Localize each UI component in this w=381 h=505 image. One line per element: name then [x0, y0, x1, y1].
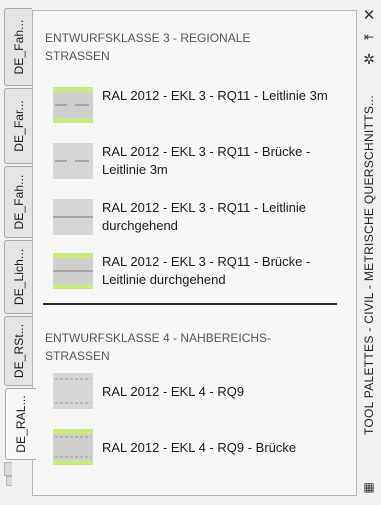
palette-content: ENTWURFSKLASSE 3 - REGIONALE STRASSEN RA…	[32, 10, 380, 496]
bridge-section-ekl4-icon	[53, 429, 93, 465]
properties-icon[interactable]: ✲	[360, 50, 378, 68]
tab-de-fah-1[interactable]: DE_Fah...	[4, 8, 32, 86]
tool-item-ekl3-rq11-bruecke-leitlinie-3m[interactable]: RAL 2012 - EKL 3 - RQ11 - Brücke - Leitl…	[53, 141, 343, 189]
tool-item-ekl4-rq9[interactable]: RAL 2012 - EKL 4 - RQ9	[53, 371, 343, 419]
tool-item-label: RAL 2012 - EKL 3 - RQ11 - Brücke - Leitl…	[102, 144, 311, 177]
tool-item-label: RAL 2012 - EKL 3 - RQ11 - Brücke - Leitl…	[102, 254, 311, 287]
tool-item-ekl3-rq11-leitlinie-durchgehend[interactable]: RAL 2012 - EKL 3 - RQ11 - Leitlinie durc…	[53, 197, 343, 245]
tool-item-ekl3-rq11-bruecke-leitlinie-durchgehend[interactable]: RAL 2012 - EKL 3 - RQ11 - Brücke - Leitl…	[53, 251, 343, 299]
road-section-solid-icon	[53, 199, 93, 235]
section-header-ekl4: ENTWURFSKLASSE 4 - NAHBEREICHS-STRASSEN	[45, 331, 272, 363]
tab-label: DE_Far...	[11, 100, 26, 152]
tool-item-ekl4-rq9-bruecke[interactable]: RAL 2012 - EKL 4 - RQ9 - Brücke	[53, 427, 343, 475]
tab-stack-edge	[4, 462, 12, 476]
tool-item-label: RAL 2012 - EKL 4 - RQ9	[102, 384, 245, 399]
palette-title-bar: ✕ ⇤ ✲ TOOL PALETTES - CIVIL - METRISCHE …	[357, 0, 381, 505]
tab-label: DE_RAL...	[14, 395, 28, 453]
tab-de-rst[interactable]: DE_RSt...	[4, 316, 32, 386]
tab-de-fah-2[interactable]: DE_Fah...	[4, 166, 32, 238]
road-section-dashed-icon	[53, 87, 93, 123]
tool-palette-window: DE_Fah... DE_Far... DE_Fah... DE_Lich...…	[0, 0, 381, 505]
tab-stack-edge	[6, 476, 12, 486]
tab-label: DE_Lich...	[11, 248, 26, 306]
bridge-section-dashed-icon	[53, 143, 93, 179]
palette-title: TOOL PALETTES - CIVIL - METRISCHE QUERSC…	[362, 94, 376, 436]
tab-de-ral[interactable]: DE_RAL...	[5, 388, 36, 460]
tool-item-ekl3-rq11-leitlinie-3m[interactable]: RAL 2012 - EKL 3 - RQ11 - Leitlinie 3m	[53, 85, 343, 133]
section-header-ekl3: ENTWURFSKLASSE 3 - REGIONALE STRASSEN	[45, 31, 251, 63]
section-divider	[43, 303, 337, 305]
close-icon[interactable]: ✕	[360, 6, 378, 24]
tab-de-lich[interactable]: DE_Lich...	[4, 240, 32, 314]
tab-label: DE_RSt...	[11, 323, 26, 379]
tab-label: DE_Fah...	[11, 19, 26, 75]
menu-icon[interactable]: ▦	[360, 478, 378, 496]
tool-item-label: RAL 2012 - EKL 3 - RQ11 - Leitlinie 3m	[102, 88, 328, 103]
autohide-icon[interactable]: ⇤	[360, 28, 378, 46]
tab-label: DE_Fah...	[11, 174, 26, 230]
tool-item-label: RAL 2012 - EKL 4 - RQ9 - Brücke	[102, 440, 297, 455]
tab-de-far[interactable]: DE_Far...	[4, 88, 32, 164]
road-section-ekl4-icon	[53, 373, 93, 409]
palette-tabs: DE_Fah... DE_Far... DE_Fah... DE_Lich...…	[4, 8, 36, 498]
tool-item-label: RAL 2012 - EKL 3 - RQ11 - Leitlinie durc…	[102, 200, 307, 233]
bridge-section-solid-icon	[53, 253, 93, 289]
